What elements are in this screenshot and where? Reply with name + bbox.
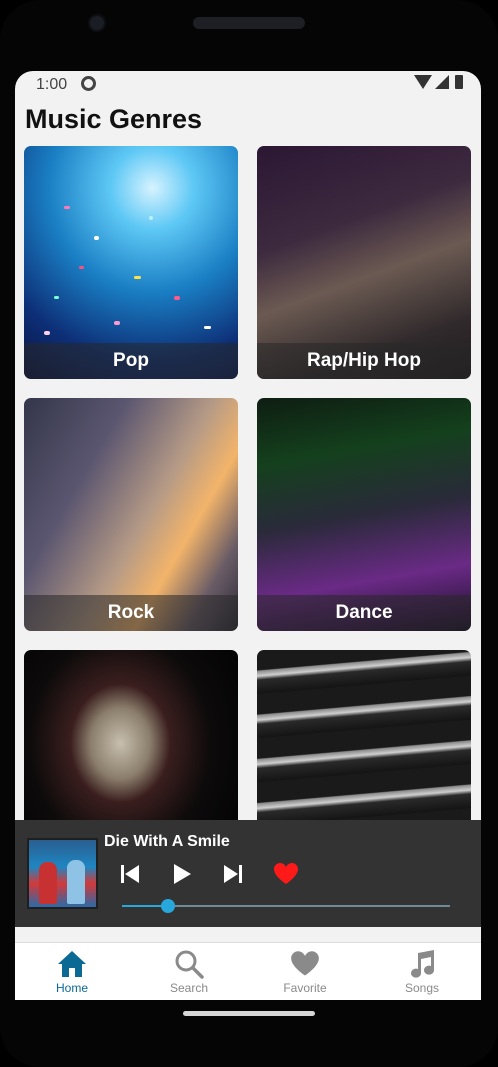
nav-label-search: Search <box>169 981 209 995</box>
page-title: Music Genres <box>25 104 203 134</box>
wifi-icon <box>414 75 432 89</box>
nav-label-favorite: Favorite <box>283 981 327 995</box>
genre-label-bar: Dance <box>257 595 471 631</box>
app-screen: 1:00 Music Genres Pop Rap/Hip Hop Rock D… <box>15 71 481 1000</box>
nav-item-search[interactable]: Search <box>144 949 234 999</box>
music-note-icon <box>407 949 437 979</box>
previous-track-button[interactable] <box>118 862 142 886</box>
album-art[interactable] <box>27 838 98 909</box>
skip-previous-icon <box>121 865 139 883</box>
genre-label: Rap/Hip Hop <box>307 350 421 371</box>
genre-card-dance[interactable]: Dance <box>257 398 471 631</box>
genre-card-pop[interactable]: Pop <box>24 146 238 379</box>
next-track-button[interactable] <box>221 862 245 886</box>
notification-icon <box>81 76 96 91</box>
play-button[interactable] <box>169 862 193 886</box>
genre-card-rap-hip-hop[interactable]: Rap/Hip Hop <box>257 146 471 379</box>
front-camera <box>88 14 106 32</box>
song-title: Die With A Smile <box>104 833 230 850</box>
status-time: 1:00 <box>36 76 68 93</box>
favorite-toggle[interactable] <box>273 862 298 886</box>
status-icons <box>414 75 463 89</box>
seek-bar[interactable] <box>122 899 450 913</box>
genre-label: Rock <box>107 602 155 623</box>
seek-bar-thumb[interactable] <box>160 899 175 913</box>
genre-label: Dance <box>335 602 393 623</box>
nav-item-home[interactable]: Home <box>27 949 117 999</box>
genre-label-bar: Rock <box>24 595 238 631</box>
battery-icon <box>455 75 463 89</box>
phone-frame: 1:00 Music Genres Pop Rap/Hip Hop Rock D… <box>0 0 498 1067</box>
genre-label-bar: Rap/Hip Hop <box>257 343 471 379</box>
nav-item-songs[interactable]: Songs <box>377 949 467 999</box>
genre-label: Pop <box>113 350 149 371</box>
genre-card-rock[interactable]: Rock <box>24 398 238 631</box>
earpiece-speaker <box>193 17 305 29</box>
skip-next-icon <box>224 865 242 883</box>
cell-signal-icon <box>435 75 449 89</box>
search-icon <box>174 949 204 979</box>
gesture-home-bar[interactable] <box>183 1011 315 1016</box>
genre-label-bar: Pop <box>24 343 238 379</box>
bottom-navigation: Home Search Favorite Songs <box>15 942 481 1000</box>
status-bar: 1:00 <box>15 71 481 99</box>
nav-item-favorite[interactable]: Favorite <box>260 949 350 999</box>
nav-label-songs: Songs <box>404 981 440 995</box>
home-icon <box>57 949 87 979</box>
mini-player[interactable]: Die With A Smile <box>15 820 481 927</box>
nav-label-home: Home <box>55 981 88 995</box>
heart-icon <box>274 863 298 884</box>
heart-icon <box>290 949 320 979</box>
play-icon <box>174 864 191 884</box>
